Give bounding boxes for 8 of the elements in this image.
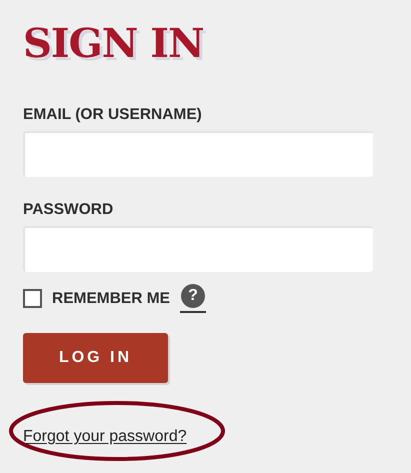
remember-label: REMEMBER ME [52, 288, 170, 309]
login-button[interactable]: LOG IN [23, 333, 168, 383]
input-field[interactable] [23, 226, 373, 272]
field-label: PASSWORD [23, 201, 114, 219]
input-field[interactable] [23, 131, 373, 177]
page-title: SIGN IN [23, 20, 204, 68]
remember-checkbox[interactable] [23, 289, 42, 308]
field-label: EMAIL (OR USERNAME) [23, 106, 202, 124]
